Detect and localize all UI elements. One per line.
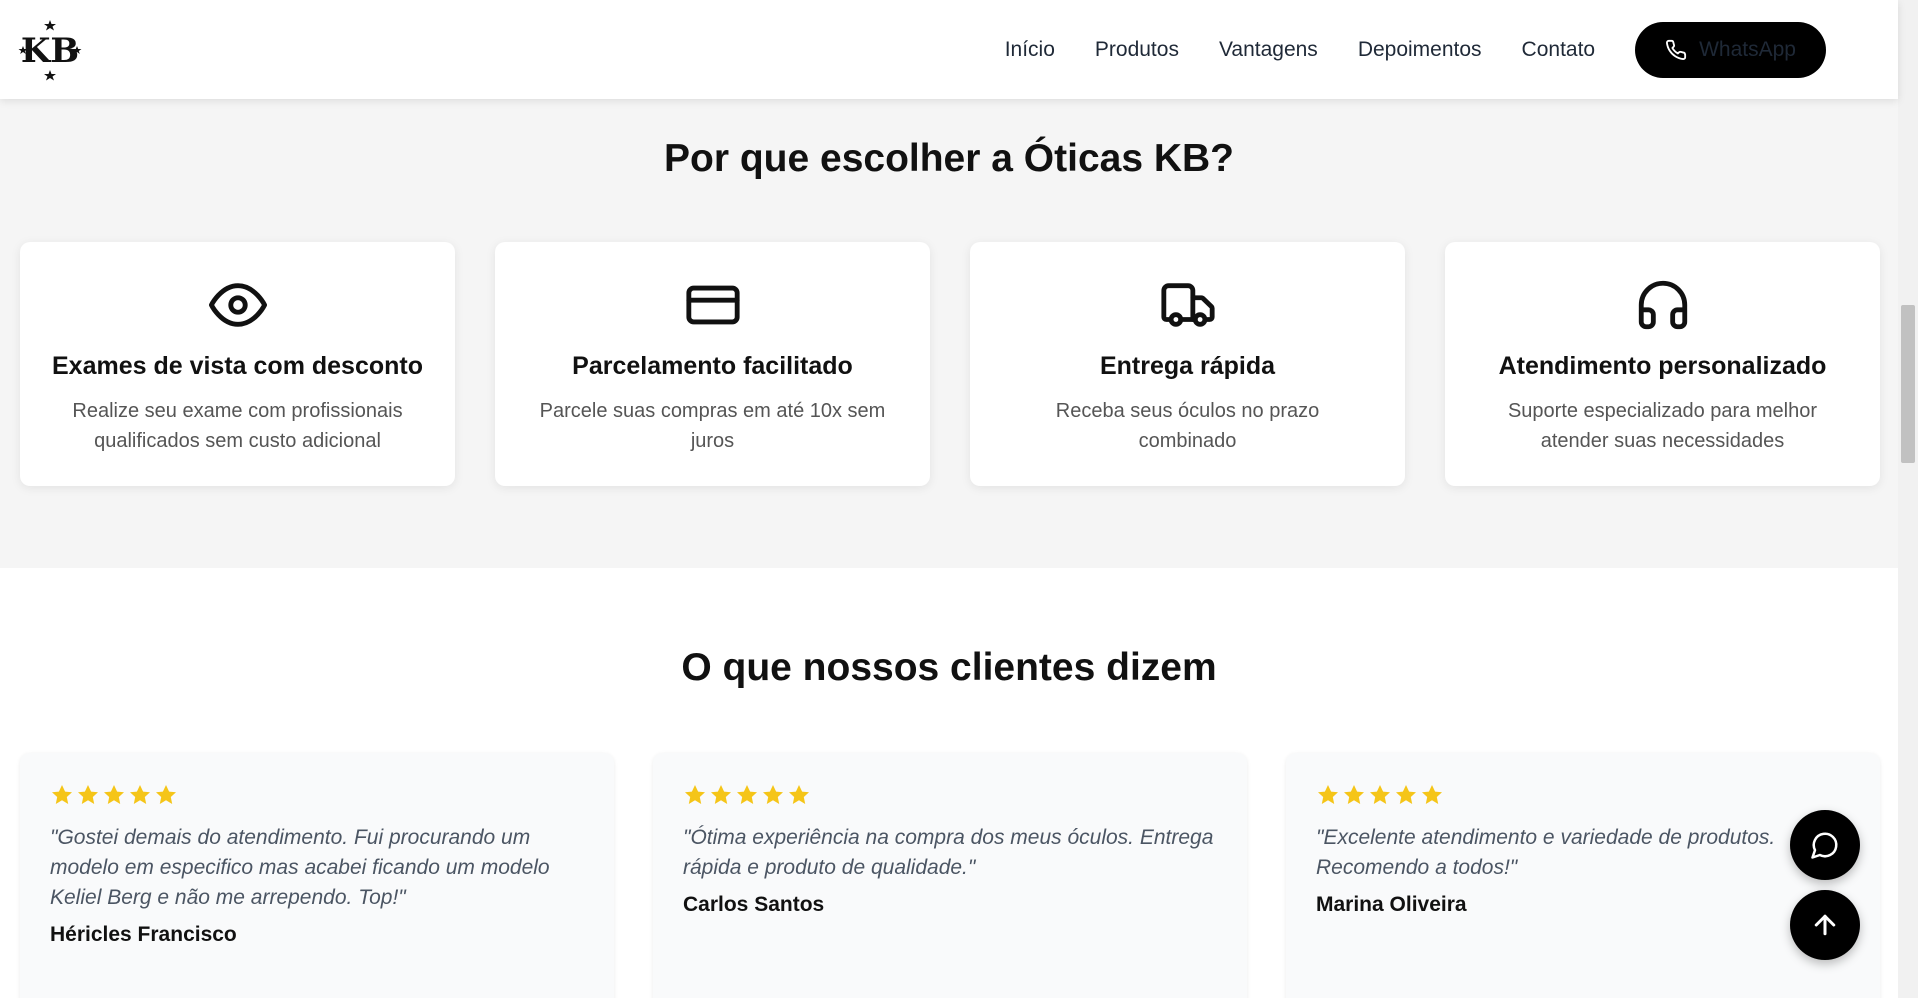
eye-icon — [208, 276, 267, 334]
feature-title: Atendimento personalizado — [1498, 352, 1827, 380]
feature-card-parcelamento: Parcelamento facilitado Parcele suas com… — [495, 242, 930, 486]
star-rating — [683, 783, 811, 807]
testimonial-author: Marina Oliveira — [1316, 893, 1467, 916]
svg-text:KB: KB — [21, 31, 79, 71]
feature-text: Parcele suas compras em até 10x sem juro… — [539, 400, 886, 452]
star-icon — [1370, 785, 1390, 804]
testimonial-quote: "Gostei demais do atendimento. Fui procu… — [50, 826, 550, 909]
testimonials-section: O que nossos clientes dizem "Gostei dema… — [0, 568, 1898, 998]
feature-card-entrega: Entrega rápida Receba seus óculos no pra… — [970, 242, 1405, 486]
message-circle-icon — [1811, 832, 1838, 859]
arrow-up-icon — [1814, 914, 1836, 936]
feature-card-exames: Exames de vista com desconto Realize seu… — [20, 242, 455, 486]
testimonial-author: Carlos Santos — [683, 893, 825, 916]
logo[interactable]: KB — [18, 18, 82, 82]
testimonial-quote: "Ótima experiência na compra dos meus óc… — [683, 826, 1214, 879]
testimonial-author: Héricles Francisco — [50, 923, 237, 946]
star-icon — [789, 785, 809, 804]
feature-text: Suporte especializado para melhor atende… — [1507, 400, 1818, 452]
star-icon — [156, 785, 176, 804]
nav-inicio[interactable]: Início — [1005, 38, 1055, 62]
nav-depoimentos[interactable]: Depoimentos — [1358, 38, 1482, 62]
phone-icon — [1666, 39, 1687, 60]
star-icon — [685, 785, 705, 804]
star-icon — [104, 785, 124, 804]
testimonial-card: "Ótima experiência na compra dos meus óc… — [653, 753, 1247, 998]
feature-title: Entrega rápida — [1099, 352, 1276, 380]
feature-title: Parcelamento facilitado — [572, 352, 853, 380]
testimonial-card: "Gostei demais do atendimento. Fui procu… — [20, 753, 614, 998]
why-section: Por que escolher a Óticas KB? Exames de … — [0, 99, 1898, 568]
star-icon — [1318, 785, 1338, 804]
star-rating — [1316, 783, 1444, 807]
site-header: KB Início Produtos Vantagens Depoimentos… — [0, 0, 1898, 99]
main-nav: Início Produtos Vantagens Depoimentos Co… — [1005, 22, 1866, 78]
feature-title: Exames de vista com desconto — [52, 352, 423, 380]
nav-contato[interactable]: Contato — [1522, 38, 1596, 62]
why-title: Por que escolher a Óticas KB? — [663, 137, 1234, 180]
feature-card-atendimento: Atendimento personalizado Suporte especi… — [1445, 242, 1880, 486]
star-icon — [711, 785, 731, 804]
back-to-top-button[interactable] — [1790, 890, 1860, 960]
whatsapp-button[interactable]: WhatsApp — [1635, 22, 1826, 78]
feature-text: Receba seus óculos no prazo combinado — [1055, 400, 1320, 452]
star-icon — [78, 785, 98, 804]
star-icon — [1344, 785, 1364, 804]
headphones-icon — [1634, 276, 1692, 334]
star-icon — [763, 785, 783, 804]
star-icon — [130, 785, 150, 804]
testimonials-title: O que nossos clientes dizem — [681, 646, 1217, 689]
testimonial-quote: "Excelente atendimento e variedade de pr… — [1316, 826, 1776, 879]
star-rating — [50, 783, 178, 807]
star-icon — [52, 785, 72, 804]
nav-vantagens[interactable]: Vantagens — [1219, 38, 1318, 62]
nav-produtos[interactable]: Produtos — [1095, 38, 1179, 62]
feature-text: Realize seu exame com profissionais qual… — [72, 400, 403, 452]
page-scrollbar[interactable] — [1898, 0, 1918, 998]
truck-icon — [1159, 276, 1217, 334]
star-icon — [1422, 785, 1442, 804]
kb-logo-icon: KB — [18, 20, 82, 81]
scrollbar-thumb[interactable] — [1901, 305, 1915, 463]
chat-button[interactable] — [1790, 810, 1860, 880]
star-icon — [1396, 785, 1416, 804]
star-icon — [737, 785, 757, 804]
whatsapp-label: WhatsApp — [1699, 38, 1796, 61]
credit-card-icon — [684, 276, 742, 334]
testimonial-card: "Excelente atendimento e variedade de pr… — [1286, 753, 1880, 998]
